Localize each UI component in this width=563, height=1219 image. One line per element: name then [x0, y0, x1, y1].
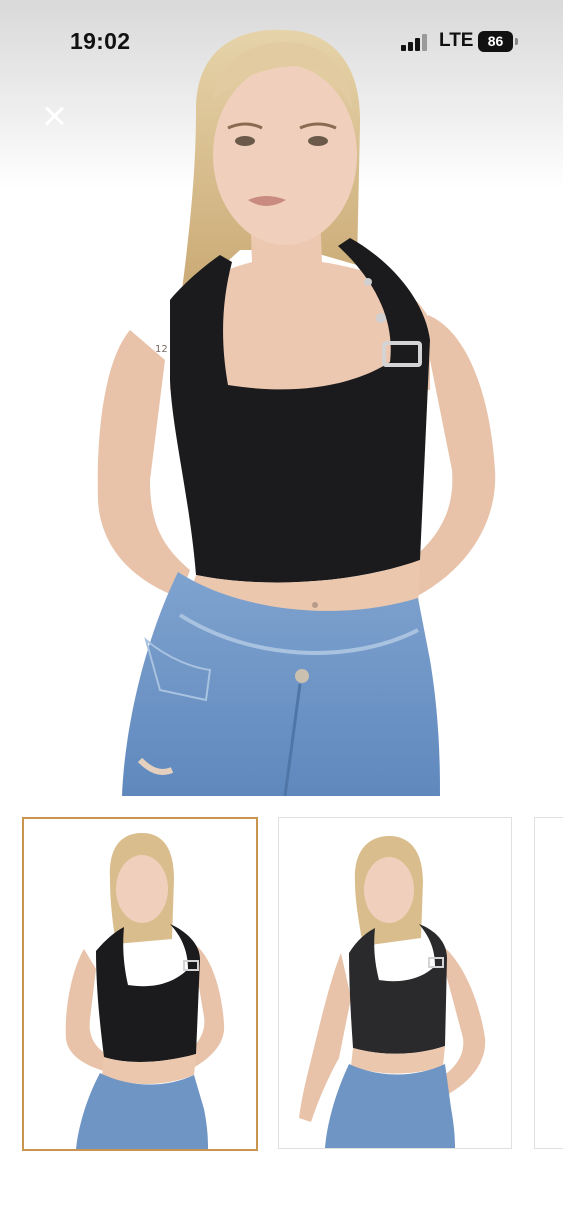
battery-icon: 86: [478, 31, 520, 52]
main-product-image[interactable]: 12: [0, 0, 563, 796]
thumbnail-strip[interactable]: [0, 817, 563, 1151]
thumbnail-3[interactable]: [534, 817, 563, 1149]
signal-icon: [401, 33, 429, 51]
thumbnail-2[interactable]: [278, 817, 512, 1149]
status-bar: 19:02 LTE 86: [0, 0, 563, 86]
battery-level: 86: [478, 31, 513, 52]
close-icon[interactable]: [38, 100, 70, 132]
status-time: 19:02: [70, 28, 131, 54]
network-label: LTE: [439, 30, 474, 51]
thumbnail-2-photo: [299, 836, 486, 1148]
battery-cap: [515, 38, 518, 45]
thumbnail-1[interactable]: [22, 817, 258, 1151]
svg-text:12: 12: [155, 344, 168, 355]
thumbnail-1-photo: [65, 833, 225, 1149]
main-product-photo: 12: [97, 29, 496, 796]
